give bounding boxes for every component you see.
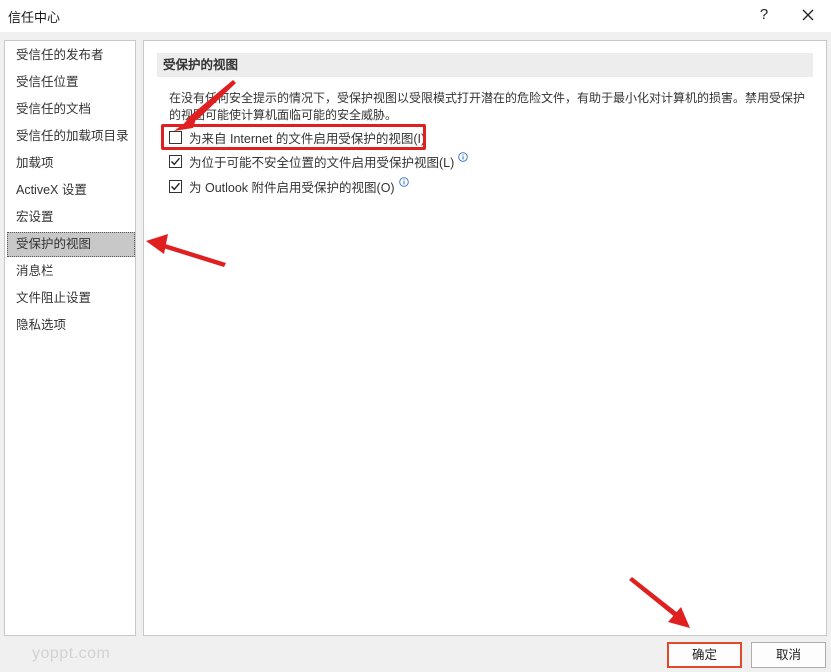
section-description: 在没有任何安全提示的情况下，受保护视图以受限模式打开潜在的危险文件，有助于最小化…: [169, 90, 819, 124]
settings-panel: 受保护的视图 在没有任何安全提示的情况下，受保护视图以受限模式打开潜在的危险文件…: [143, 40, 827, 636]
checkmark-icon: [171, 157, 181, 165]
sidebar-item-trusted-documents[interactable]: 受信任的文档: [7, 97, 135, 122]
sidebar-item-addins[interactable]: 加载项: [7, 151, 135, 176]
sidebar-item-macro-settings[interactable]: 宏设置: [7, 205, 135, 230]
option-unsafe-locations[interactable]: 为位于可能不安全位置的文件启用受保护视图(L): [169, 152, 469, 170]
watermark: yoppt.com: [32, 645, 111, 662]
sidebar-item-activex-settings[interactable]: ActiveX 设置: [7, 178, 135, 203]
annotation-highlight-box: [161, 124, 426, 150]
help-button[interactable]: ?: [754, 4, 774, 26]
section-title: 受保护的视图: [157, 53, 813, 77]
sidebar-item-trusted-addin-catalogs[interactable]: 受信任的加载项目录: [7, 124, 135, 149]
sidebar-item-trusted-publishers[interactable]: 受信任的发布者: [7, 43, 135, 68]
sidebar-item-message-bar[interactable]: 消息栏: [7, 259, 135, 284]
cancel-button[interactable]: 取消: [751, 642, 826, 668]
option-outlook-attachments[interactable]: 为 Outlook 附件启用受保护的视图(O): [169, 177, 409, 195]
category-sidebar: 受信任的发布者 受信任位置 受信任的文档 受信任的加载项目录 加载项 Activ…: [4, 40, 136, 636]
sidebar-item-protected-view[interactable]: 受保护的视图: [7, 232, 135, 257]
description-line: 的视图可能使计算机面临可能的安全威胁。: [169, 108, 398, 122]
window-title: 信任中心: [8, 10, 61, 25]
sidebar-item-trusted-locations[interactable]: 受信任位置: [7, 70, 135, 95]
checkbox-unsafe-locations[interactable]: [169, 154, 182, 168]
title-bar: 信任中心 ?: [0, 0, 831, 32]
sidebar-item-file-block-settings[interactable]: 文件阻止设置: [7, 286, 135, 311]
info-icon[interactable]: [398, 177, 409, 187]
close-button[interactable]: [796, 4, 820, 26]
option-label: 为 Outlook 附件启用受保护的视图(O): [189, 180, 395, 195]
sidebar-item-privacy-options[interactable]: 隐私选项: [7, 313, 135, 338]
checkmark-icon: [171, 182, 181, 190]
checkbox-outlook-attachments[interactable]: [169, 179, 182, 193]
description-line: 在没有任何安全提示的情况下，受保护视图以受限模式打开潜在的危险文件，有助于最小化…: [169, 91, 806, 105]
trust-center-dialog: 信任中心 ? 受信任的发布者 受信任位置 受信任的文档 受信任的加载项目录 加载…: [0, 0, 831, 672]
close-icon: [802, 9, 814, 21]
ok-button[interactable]: 确定: [667, 642, 742, 668]
info-icon[interactable]: [458, 152, 469, 162]
option-label: 为位于可能不安全位置的文件启用受保护视图(L): [189, 155, 455, 170]
